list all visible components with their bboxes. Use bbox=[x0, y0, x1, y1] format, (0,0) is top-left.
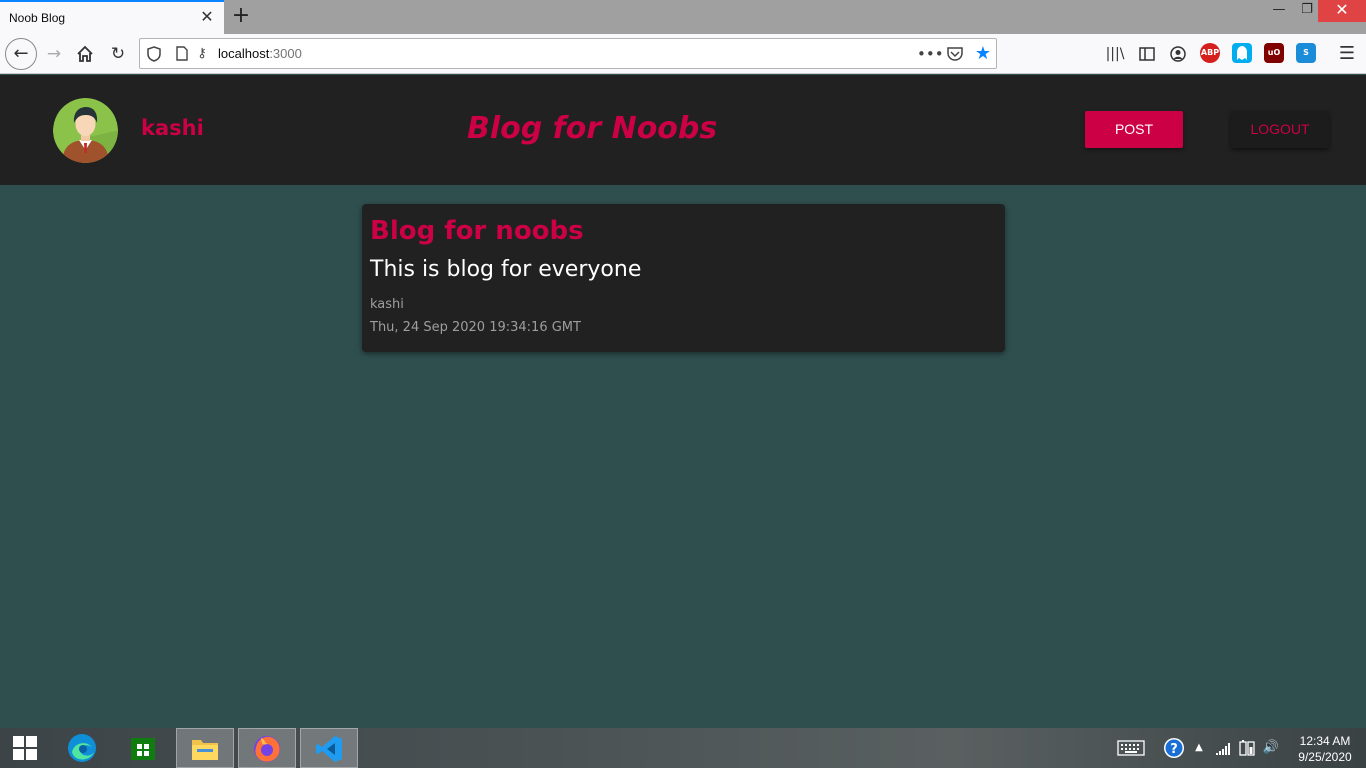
browser-nav-bar: ← → ↻ ⚷ localhost:3000 ••• ★ |||\ ABP uO… bbox=[0, 34, 1366, 74]
back-icon[interactable]: ← bbox=[5, 38, 37, 70]
taskbar-clock[interactable]: 12:34 AM 9/25/2020 bbox=[1290, 733, 1360, 765]
menu-icon[interactable]: ☰ bbox=[1335, 42, 1359, 66]
post-button[interactable]: POST bbox=[1085, 111, 1183, 148]
clock-date: 9/25/2020 bbox=[1298, 750, 1352, 764]
show-hidden-icons-icon[interactable]: ▲ bbox=[1192, 738, 1206, 758]
post-card[interactable]: Blog for noobs This is blog for everyone… bbox=[362, 204, 1005, 352]
account-icon[interactable] bbox=[1166, 42, 1190, 66]
reload-icon[interactable]: ↻ bbox=[106, 42, 130, 66]
url-port: :3000 bbox=[269, 46, 302, 61]
tab-close-icon[interactable]: ✕ bbox=[198, 8, 216, 26]
edge-icon[interactable] bbox=[53, 728, 111, 768]
volume-icon[interactable]: 🔊 bbox=[1262, 738, 1280, 758]
pocket-icon[interactable] bbox=[945, 44, 965, 64]
url-text[interactable]: localhost:3000 bbox=[218, 46, 302, 61]
firefox-icon[interactable] bbox=[238, 728, 296, 768]
url-host: localhost bbox=[218, 46, 270, 61]
window-close-button[interactable]: ✕ bbox=[1318, 0, 1366, 22]
store-icon[interactable] bbox=[114, 728, 172, 768]
library-icon[interactable]: |||\ bbox=[1103, 42, 1127, 66]
stylus-icon[interactable]: S bbox=[1296, 43, 1316, 63]
post-author: kashi bbox=[370, 297, 404, 312]
help-icon[interactable]: ? bbox=[1163, 738, 1185, 758]
avatar[interactable] bbox=[53, 98, 118, 163]
adblock-plus-icon[interactable]: ABP bbox=[1200, 43, 1220, 63]
svg-text:?: ? bbox=[1170, 742, 1178, 757]
window-minimize-button[interactable]: — bbox=[1264, 0, 1294, 22]
app-header: kashi Blog for Noobs POST LOGOUT bbox=[0, 75, 1366, 185]
username: kashi bbox=[141, 116, 204, 140]
home-icon[interactable] bbox=[73, 42, 97, 66]
forward-icon[interactable]: → bbox=[42, 42, 66, 66]
ublock-origin-icon[interactable]: uO bbox=[1264, 43, 1284, 63]
ghostery-icon[interactable] bbox=[1232, 43, 1252, 63]
clock-time: 12:34 AM bbox=[1299, 734, 1351, 748]
bookmark-star-icon[interactable]: ★ bbox=[973, 44, 993, 64]
key-icon[interactable]: ⚷ bbox=[192, 44, 212, 64]
url-bar[interactable]: ⚷ localhost:3000 ••• ★ bbox=[139, 38, 997, 69]
post-body: This is blog for everyone bbox=[370, 257, 642, 282]
page-info-icon[interactable] bbox=[172, 44, 192, 64]
touch-keyboard-icon[interactable] bbox=[1116, 738, 1146, 758]
shield-icon[interactable] bbox=[144, 44, 164, 64]
tab-title: Noob Blog bbox=[9, 11, 66, 25]
new-tab-button[interactable]: + bbox=[230, 4, 252, 28]
logout-button[interactable]: LOGOUT bbox=[1231, 111, 1329, 148]
vscode-icon[interactable] bbox=[300, 728, 358, 768]
battery-icon[interactable] bbox=[1238, 738, 1256, 758]
taskbar: ? ▲ 🔊 12:34 AM 9/25/2020 bbox=[0, 728, 1366, 768]
start-button[interactable] bbox=[0, 728, 50, 768]
network-icon[interactable] bbox=[1214, 738, 1232, 758]
browser-tab-bar: Noob Blog ✕ + — ❐ ✕ bbox=[0, 0, 1366, 34]
site-title: Blog for Noobs bbox=[467, 111, 718, 146]
post-title: Blog for noobs bbox=[370, 216, 584, 246]
post-date: Thu, 24 Sep 2020 19:34:16 GMT bbox=[370, 320, 581, 335]
file-explorer-icon[interactable] bbox=[176, 728, 234, 768]
browser-tab[interactable]: Noob Blog ✕ bbox=[0, 0, 224, 34]
page-actions-icon[interactable]: ••• bbox=[917, 44, 944, 64]
sidebar-icon[interactable] bbox=[1135, 42, 1159, 66]
